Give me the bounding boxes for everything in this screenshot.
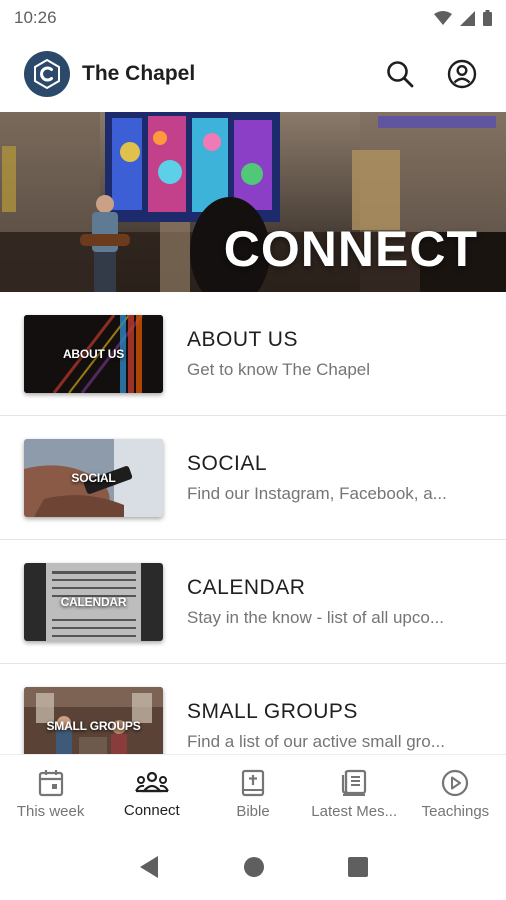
account-button[interactable]	[442, 54, 482, 94]
social-thumbnail: SOCIAL	[24, 438, 163, 517]
nav-item-this-week[interactable]: This week	[0, 755, 101, 834]
app-bar: The Chapel	[0, 36, 506, 112]
calendar-icon	[38, 770, 63, 797]
list-item-small-groups[interactable]: SMALL GROUPS SMALL GROUPS Find a list of…	[0, 664, 506, 754]
small-groups-thumbnail: SMALL GROUPS	[24, 686, 163, 754]
nav-label-teachings: Teachings	[421, 803, 490, 820]
social-thumb-label: SOCIAL	[71, 470, 116, 485]
chapel-logo-icon	[34, 58, 60, 90]
search-button[interactable]	[380, 54, 420, 94]
wifi-icon	[434, 11, 452, 25]
calendar-thumb-label: CALENDAR	[60, 594, 127, 609]
nav-item-connect[interactable]: Connect	[101, 755, 202, 834]
book-icon	[342, 769, 367, 796]
status-icons	[434, 10, 492, 26]
about-us-thumbnail: ABOUT US	[24, 314, 163, 393]
signal-icon	[460, 10, 475, 26]
nav-item-bible[interactable]: Bible	[202, 755, 303, 834]
bottom-nav: This week Connect Bible Latest Mes... Te…	[0, 754, 506, 834]
people-icon	[134, 771, 169, 793]
list-item-social[interactable]: SOCIAL SOCIAL Find our Instagram, Facebo…	[0, 416, 506, 540]
status-time: 10:26	[14, 8, 57, 27]
about-us-subtitle: Get to know The Chapel	[187, 359, 371, 379]
status-bar: 10:26	[0, 0, 506, 36]
bible-icon	[241, 769, 265, 797]
chapel-logo	[24, 51, 70, 97]
social-subtitle: Find our Instagram, Facebook, a...	[187, 483, 447, 503]
nav-label-this-week: This week	[16, 803, 85, 820]
list-item-about-us[interactable]: ABOUT US ABOUT US Get to know The Chapel	[0, 292, 506, 416]
social-title: SOCIAL	[187, 451, 268, 475]
back-icon[interactable]	[138, 855, 160, 879]
app-title: The Chapel	[82, 62, 196, 85]
play-circle-icon	[442, 769, 469, 797]
small-groups-thumb-label: SMALL GROUPS	[46, 718, 141, 733]
list-item-calendar[interactable]: CALENDAR CALENDAR Stay in the know - lis…	[0, 540, 506, 664]
account-icon	[447, 59, 477, 89]
nav-item-teachings[interactable]: Teachings	[405, 755, 506, 834]
nav-label-bible: Bible	[236, 803, 270, 820]
recents-icon[interactable]	[348, 857, 369, 877]
calendar-thumbnail: CALENDAR	[24, 562, 163, 641]
nav-label-latest-messages: Latest Mes...	[311, 803, 398, 820]
hero-banner: CONNECT	[0, 112, 506, 292]
small-groups-title: SMALL GROUPS	[187, 699, 358, 723]
system-nav-bar	[0, 834, 506, 900]
calendar-subtitle: Stay in the know - list of all upco...	[187, 607, 445, 627]
calendar-title: CALENDAR	[187, 575, 306, 599]
nav-label-connect: Connect	[123, 802, 180, 819]
battery-icon	[483, 10, 492, 26]
about-us-thumb-label: ABOUT US	[62, 346, 125, 361]
hero-title: CONNECT	[223, 221, 478, 277]
search-icon	[387, 61, 414, 88]
home-icon[interactable]	[243, 856, 265, 878]
nav-item-latest-messages[interactable]: Latest Mes...	[304, 755, 405, 834]
connect-list[interactable]: ABOUT US ABOUT US Get to know The Chapel…	[0, 292, 506, 754]
about-us-title: ABOUT US	[187, 327, 298, 351]
small-groups-subtitle: Find a list of our active small gro...	[187, 731, 445, 751]
